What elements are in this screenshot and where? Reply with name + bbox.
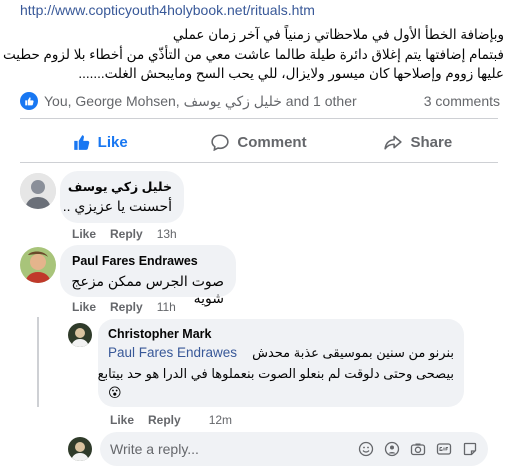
divider [20, 162, 498, 163]
avatar[interactable] [20, 247, 56, 283]
avatar[interactable] [68, 437, 92, 461]
post-link[interactable]: http://www.copticyouth4holybook.net/ritu… [20, 2, 315, 18]
comment-bubble: Paul Fares Endrawes صوت الجرس ممكن مزعج … [60, 245, 236, 306]
comment-reply-link[interactable]: Reply [110, 300, 143, 314]
like-button-label: Like [97, 133, 128, 151]
post-text-line-2: فبتمام إضافتها يتم إغلاق دائرة طيلة طالم… [3, 47, 504, 62]
reply-like-link[interactable]: Like [110, 413, 134, 427]
reply-input[interactable]: Write a reply... [100, 432, 488, 466]
sticker-icon[interactable] [462, 441, 478, 457]
reply-meta: Like Reply 12m [110, 413, 232, 427]
post-actions: Like Comment Share [20, 124, 498, 160]
gif-icon[interactable] [436, 441, 452, 457]
comment-text: أحسنت يا عزيزي .. [62, 198, 172, 214]
comments-count[interactable]: 3 comments [424, 93, 500, 109]
reply-text-line-1: بنرنو من سنين بموسيقى عذبة محدش [252, 345, 454, 360]
comment-like-link[interactable]: Like [72, 227, 96, 241]
reply-text-line-2: بيصحى وحتى دلوقت لم بنعلو الصوت بنعملوها… [97, 366, 454, 381]
comment-like-link[interactable]: Like [72, 300, 96, 314]
emoji-icon[interactable] [358, 441, 374, 457]
comment-meta: Like Reply 11h [72, 300, 176, 314]
post-text-line-1: وبإضافة الخطأ الأول في ملاحظاتي زمنياً ف… [172, 27, 504, 42]
comment-time[interactable]: 13h [157, 227, 177, 241]
reply-time[interactable]: 12m [209, 413, 232, 427]
wow-emoji: 😮 [108, 385, 122, 400]
comment-icon [211, 134, 230, 151]
camera-icon[interactable] [410, 441, 426, 457]
comment-reply-link[interactable]: Reply [110, 227, 143, 241]
replier-name[interactable]: Christopher Mark [108, 327, 212, 341]
reply-tools [358, 441, 478, 457]
share-icon [384, 135, 403, 150]
commenter-name[interactable]: خليل زكي يوسف [68, 179, 172, 194]
reply-bubble: Christopher Mark Paul Fares Endrawes بنر… [98, 319, 464, 407]
mention-link[interactable]: Paul Fares Endrawes [108, 345, 237, 360]
avatar[interactable] [20, 173, 56, 209]
commenter-name[interactable]: Paul Fares Endrawes [72, 254, 198, 268]
thread-line [37, 317, 39, 407]
comment-bubble: خليل زكي يوسف أحسنت يا عزيزي .. [60, 171, 184, 223]
reactions-bar: You, George Mohsen, خليل زكي يوسف and 1 … [20, 90, 500, 112]
avatar-sticker-icon[interactable] [384, 441, 400, 457]
post-text-line-3: عليها زووم وإصلاحها كان ميسور ولايزال، ل… [78, 66, 504, 81]
reply-placeholder: Write a reply... [110, 441, 199, 457]
reply-reply-link[interactable]: Reply [148, 413, 181, 427]
share-button[interactable]: Share [339, 124, 498, 160]
comment-button[interactable]: Comment [179, 124, 338, 160]
like-button[interactable]: Like [20, 124, 179, 160]
like-reaction-icon[interactable] [20, 92, 38, 110]
comment-button-label: Comment [237, 133, 307, 151]
comment-meta: Like Reply 13h [72, 227, 177, 241]
avatar[interactable] [68, 323, 92, 347]
reaction-names[interactable]: You, George Mohsen, خليل زكي يوسف and 1 … [44, 93, 357, 110]
divider [20, 118, 498, 119]
comment-time[interactable]: 11h [157, 300, 176, 314]
share-button-label: Share [410, 133, 453, 151]
thumbs-up-icon [73, 135, 89, 150]
